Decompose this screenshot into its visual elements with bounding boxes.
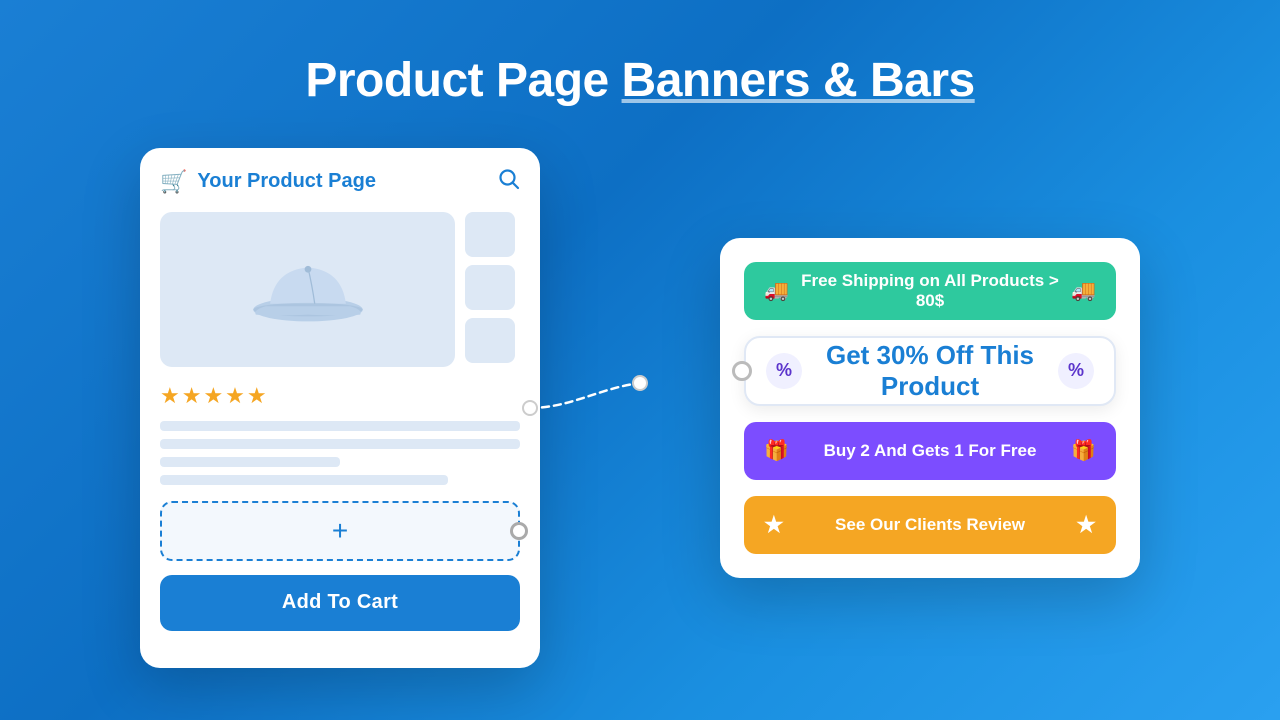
review-banner-text: See Our Clients Review bbox=[784, 515, 1077, 535]
search-icon bbox=[498, 168, 520, 196]
thumbnail-1 bbox=[465, 212, 515, 257]
review-banner[interactable]: ★ See Our Clients Review ★ bbox=[744, 496, 1116, 554]
review-icon-left: ★ bbox=[764, 512, 784, 538]
add-to-cart-button[interactable]: Add To Cart bbox=[160, 575, 520, 631]
card-header: 🛒 Your Product Page bbox=[160, 168, 520, 196]
discount-banner-text: Get 30% Off This Product bbox=[802, 340, 1058, 402]
cart-icon: 🛒 bbox=[160, 169, 187, 195]
card-header-left: 🛒 Your Product Page bbox=[160, 169, 376, 195]
thumbnail-column bbox=[465, 212, 515, 367]
add-banner-icon: + bbox=[332, 517, 348, 545]
buy2-icon-right: 🎁 bbox=[1071, 438, 1096, 463]
buy2-icon-left: 🎁 bbox=[764, 438, 789, 463]
product-page-title: Your Product Page bbox=[197, 170, 376, 193]
text-line-4 bbox=[160, 475, 448, 485]
main-product-image bbox=[160, 212, 455, 367]
product-stars: ★★★★★ bbox=[160, 383, 520, 409]
text-line-2 bbox=[160, 439, 520, 449]
shipping-banner-text: Free Shipping on All Products > 80$ bbox=[789, 271, 1071, 311]
connector-dot-right bbox=[510, 522, 528, 540]
buy2-banner[interactable]: 🎁 Buy 2 And Gets 1 For Free 🎁 bbox=[744, 422, 1116, 480]
product-image-area bbox=[160, 212, 520, 367]
thumbnail-2 bbox=[465, 265, 515, 310]
discount-icon-left: % bbox=[766, 353, 802, 389]
banner-placeholder: + bbox=[160, 501, 520, 561]
product-card: 🛒 Your Product Page bbox=[140, 148, 540, 668]
page-title: Product Page Banners & Bars bbox=[305, 53, 974, 108]
text-line-1 bbox=[160, 421, 520, 431]
shipping-icon-left: 🚚 bbox=[764, 278, 789, 303]
review-icon-right: ★ bbox=[1076, 512, 1096, 538]
discount-icon-right: % bbox=[1058, 353, 1094, 389]
thumbnail-3 bbox=[465, 318, 515, 363]
shipping-icon-right: 🚚 bbox=[1071, 278, 1096, 303]
buy2-banner-text: Buy 2 And Gets 1 For Free bbox=[789, 441, 1071, 461]
connector-dot-left bbox=[732, 361, 752, 381]
text-line-3 bbox=[160, 457, 340, 467]
discount-banner[interactable]: % Get 30% Off This Product % bbox=[744, 336, 1116, 406]
banners-panel: 🚚 Free Shipping on All Products > 80$ 🚚 … bbox=[720, 238, 1140, 578]
main-content: 🛒 Your Product Page bbox=[140, 148, 1140, 668]
shipping-banner[interactable]: 🚚 Free Shipping on All Products > 80$ 🚚 bbox=[744, 262, 1116, 320]
product-text-lines bbox=[160, 421, 520, 485]
